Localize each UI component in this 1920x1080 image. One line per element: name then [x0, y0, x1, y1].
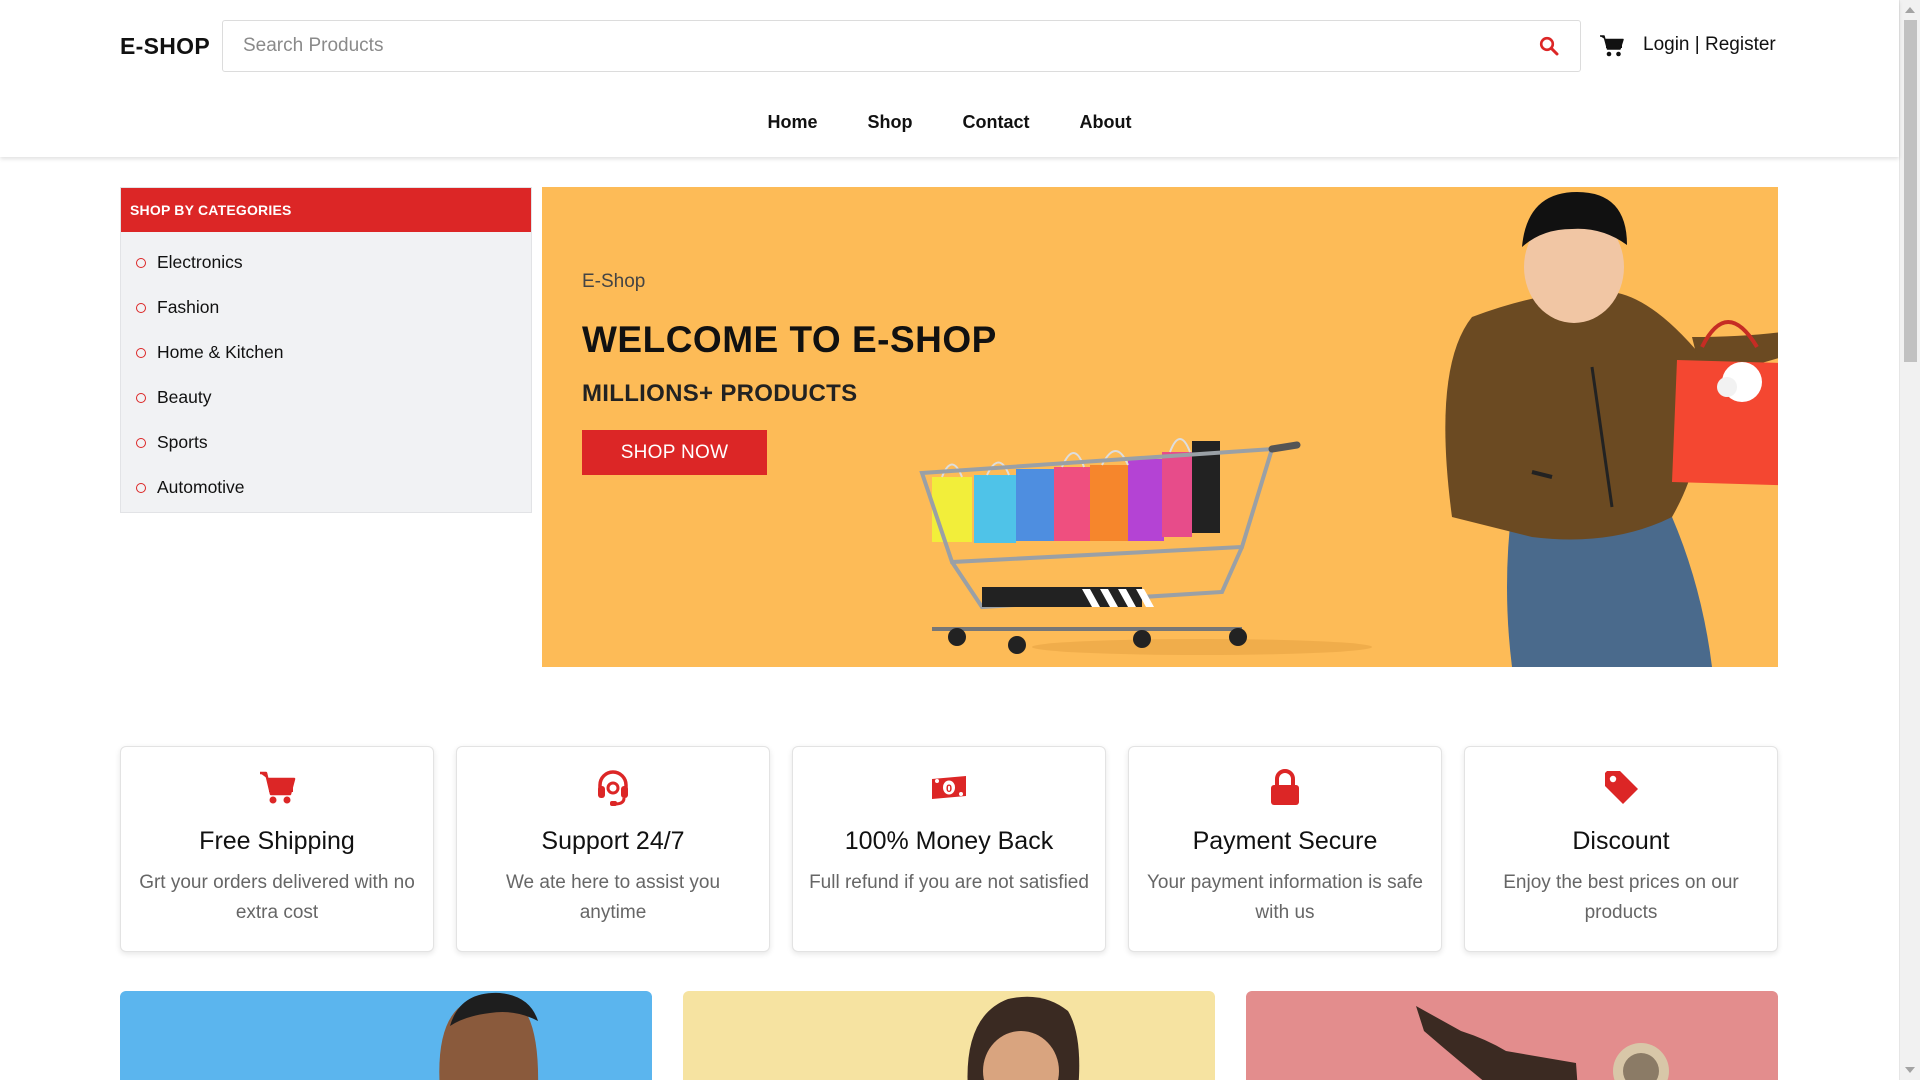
- category-item-electronics[interactable]: Electronics: [121, 240, 531, 285]
- hero-subtitle: MILLIONS+ PRODUCTS: [582, 380, 858, 407]
- shopping-cart-illustration: [919, 438, 1372, 655]
- category-label: Automotive: [157, 477, 245, 497]
- feature-desc: Enjoy the best prices on our products: [1503, 872, 1739, 923]
- nav-about[interactable]: About: [1080, 112, 1132, 133]
- category-title: SHOP BY CATEGORIES: [121, 188, 531, 232]
- search-icon: [1539, 36, 1559, 56]
- category-label: Beauty: [157, 387, 212, 407]
- feature-title: Free Shipping: [199, 827, 355, 855]
- bullet-icon: [136, 302, 146, 313]
- scroll-up-icon[interactable]: [1905, 7, 1915, 13]
- nav-home[interactable]: Home: [768, 112, 818, 133]
- search-input[interactable]: [223, 21, 1523, 71]
- site-header: E-SHOP Login | Register Home Shop Contac…: [0, 0, 1899, 157]
- bullet-icon: [136, 347, 146, 358]
- feature-title: 100% Money Back: [844, 827, 1054, 855]
- lock-icon: [1271, 769, 1299, 805]
- promo-card-women[interactable]: [683, 991, 1215, 1080]
- main-nav: Home Shop Contact About: [0, 112, 1899, 133]
- shop-now-button[interactable]: SHOP NOW: [582, 430, 767, 475]
- category-list: Electronics Fashion Home & Kitchen Beaut…: [121, 232, 531, 510]
- promo-image-women: [967, 996, 1080, 1080]
- feature-desc: Grt your orders delivered with no extra …: [139, 872, 415, 923]
- feature-desc: Full refund if you are not satisfied: [809, 872, 1089, 893]
- cart-icon[interactable]: [1599, 34, 1625, 58]
- auth-separator: |: [1694, 34, 1700, 55]
- feature-title: Support 24/7: [541, 827, 685, 855]
- category-item-sports[interactable]: Sports: [121, 420, 531, 465]
- hero-eyebrow: E-Shop: [582, 271, 646, 292]
- scroll-down-icon[interactable]: [1905, 1067, 1915, 1073]
- category-item-fashion[interactable]: Fashion: [121, 285, 531, 330]
- feature-card-payment: Payment Secure Your payment information …: [1128, 746, 1442, 952]
- money-icon: 0: [932, 776, 966, 799]
- category-label: Home & Kitchen: [157, 342, 284, 362]
- site-logo[interactable]: E-SHOP: [120, 33, 210, 60]
- headset-icon: [598, 770, 628, 806]
- bullet-icon: [136, 257, 146, 268]
- page-scrollbar[interactable]: [1899, 0, 1920, 1080]
- category-label: Sports: [157, 432, 208, 452]
- feature-desc: Your payment information is safe with us: [1146, 872, 1423, 923]
- features-row: Free Shipping Grt your orders delivered …: [120, 746, 1778, 952]
- hero-banner: E-Shop WELCOME TO E-SHOP MILLIONS+ PRODU…: [542, 187, 1778, 667]
- register-link[interactable]: Register: [1705, 34, 1776, 55]
- login-link[interactable]: Login: [1643, 34, 1690, 55]
- search-button[interactable]: [1536, 33, 1562, 59]
- feature-card-shipping: Free Shipping Grt your orders delivered …: [120, 746, 434, 952]
- feature-card-support: Support 24/7 We ate here to assist you a…: [456, 746, 770, 952]
- tag-icon: [1605, 771, 1638, 804]
- promo-image-kids: [1416, 1006, 1669, 1080]
- feature-title: Payment Secure: [1192, 827, 1378, 855]
- cart-icon: [260, 771, 296, 804]
- auth-links: Login | Register: [1643, 34, 1776, 56]
- category-item-automotive[interactable]: Automotive: [121, 465, 531, 510]
- bullet-icon: [136, 437, 146, 448]
- bullet-icon: [136, 392, 146, 403]
- promo-image-men: [439, 992, 539, 1080]
- bullet-icon: [136, 482, 146, 493]
- nav-contact[interactable]: Contact: [963, 112, 1030, 133]
- nav-shop[interactable]: Shop: [868, 112, 913, 133]
- scroll-thumb[interactable]: [1904, 20, 1917, 362]
- search-bar: [222, 20, 1581, 72]
- promo-cards: [120, 991, 1778, 1080]
- feature-card-money-back: 0 100% Money Back Full refund if you are…: [792, 746, 1106, 952]
- svg-text:0: 0: [946, 783, 952, 795]
- feature-card-discount: Discount Enjoy the best prices on our pr…: [1464, 746, 1778, 952]
- hero-illustration: [919, 192, 1778, 667]
- category-sidebar: SHOP BY CATEGORIES Electronics Fashion H…: [120, 187, 532, 513]
- promo-card-men[interactable]: [120, 991, 652, 1080]
- feature-desc: We ate here to assist you anytime: [505, 872, 721, 923]
- category-label: Fashion: [157, 297, 220, 317]
- category-item-home-kitchen[interactable]: Home & Kitchen: [121, 330, 531, 375]
- feature-title: Discount: [1572, 827, 1670, 855]
- category-label: Electronics: [157, 252, 243, 272]
- category-item-beauty[interactable]: Beauty: [121, 375, 531, 420]
- promo-card-kids[interactable]: [1246, 991, 1778, 1080]
